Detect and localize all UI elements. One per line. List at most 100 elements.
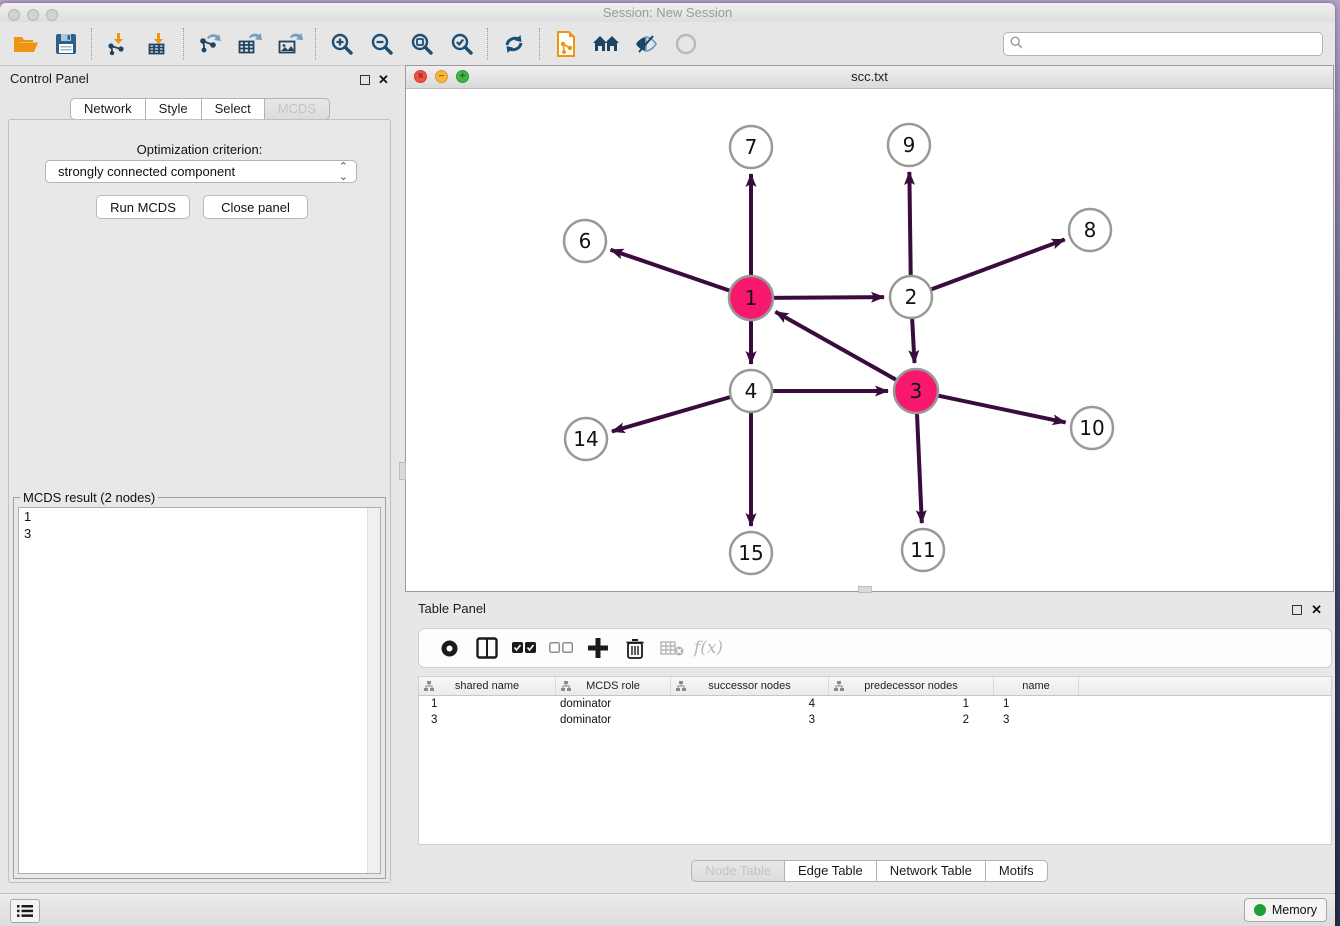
mcds-result-textarea[interactable]: 13 <box>18 507 381 874</box>
table-tabs: Node Table Edge Table Network Table Moti… <box>405 860 1334 882</box>
show-column-panel-button[interactable] <box>468 633 505 663</box>
table-panel-close-icon[interactable]: ✕ <box>1311 605 1322 615</box>
table-cell[interactable]: dominator <box>556 698 671 710</box>
search-icon <box>1010 36 1023 54</box>
export-network-button[interactable] <box>190 26 230 62</box>
delete-column-button[interactable] <box>616 633 653 663</box>
close-panel-button[interactable]: Close panel <box>203 195 308 219</box>
network-document-button[interactable] <box>546 26 586 62</box>
tab-mcds[interactable]: MCDS <box>265 98 330 120</box>
column-header-shared-name[interactable]: shared name <box>419 677 556 695</box>
result-line: 1 <box>19 508 380 525</box>
table-panel-float-icon[interactable] <box>1292 605 1302 615</box>
column-header-name[interactable]: name <box>994 677 1079 695</box>
apply-layout-button[interactable] <box>494 26 534 62</box>
tab-node-table[interactable]: Node Table <box>691 860 785 882</box>
graph-edge-3-1[interactable] <box>775 312 900 382</box>
column-header-mcds-role[interactable]: MCDS role <box>556 677 671 695</box>
dropdown-arrows-icon: ⌃⌄ <box>339 162 348 182</box>
table-cell[interactable]: dominator <box>556 714 671 726</box>
status-bar: Memory <box>0 893 1335 926</box>
mcds-panel: Optimization criterion: strongly connect… <box>8 119 391 883</box>
graph-edge-2-3[interactable] <box>912 314 915 363</box>
table-panel-title: Table Panel <box>418 601 486 616</box>
tab-network[interactable]: Network <box>70 98 146 120</box>
memory-status-icon <box>1254 904 1266 916</box>
table-cell[interactable]: 1 <box>994 698 1079 710</box>
delete-table-icon <box>660 640 684 656</box>
network-window-titlebar[interactable]: × − + scc.txt <box>406 66 1333 89</box>
vertical-splitter-handle[interactable] <box>399 462 406 480</box>
zoom-in-button[interactable] <box>322 26 362 62</box>
toolbar-separator <box>539 28 541 60</box>
graph-node-label-1: 1 <box>745 286 758 310</box>
criterion-dropdown[interactable]: strongly connected component ⌃⌄ <box>45 160 357 183</box>
export-image-button[interactable] <box>270 26 310 62</box>
table-cell[interactable]: 1 <box>829 698 994 710</box>
network-graph[interactable]: 1234678910111415 <box>406 89 1333 591</box>
column-type-icon <box>834 681 844 694</box>
export-table-button[interactable] <box>230 26 270 62</box>
desktop: Session: New Session <box>0 0 1340 926</box>
import-table-button[interactable] <box>138 26 178 62</box>
criterion-dropdown-value: strongly connected component <box>58 164 235 179</box>
mcds-result-lines: 13 <box>19 508 380 542</box>
open-session-button[interactable] <box>6 26 46 62</box>
toolbar-separator <box>315 28 317 60</box>
table-settings-button[interactable] <box>431 633 468 663</box>
column-header-predecessor-nodes[interactable]: predecessor nodes <box>829 677 994 695</box>
zoom-selected-button[interactable] <box>442 26 482 62</box>
table-cell[interactable]: 2 <box>829 714 994 726</box>
table-cell[interactable]: 3 <box>994 714 1079 726</box>
task-history-button[interactable] <box>10 899 40 923</box>
result-scrollbar[interactable] <box>367 508 380 873</box>
tab-select[interactable]: Select <box>202 98 265 120</box>
graph-edge-3-11[interactable] <box>917 409 922 523</box>
table-row[interactable]: 1dominator411 <box>419 696 1331 712</box>
add-column-button[interactable] <box>579 633 616 663</box>
graph-edge-2-8[interactable] <box>927 239 1065 291</box>
tab-motifs[interactable]: Motifs <box>986 860 1048 882</box>
main-toolbar <box>0 22 1335 66</box>
deselect-all-button[interactable] <box>542 633 579 663</box>
session-home-button[interactable] <box>586 26 626 62</box>
control-panel-float-icon[interactable] <box>360 75 370 85</box>
table-cell[interactable]: 3 <box>419 714 556 726</box>
inactive-eye-button[interactable] <box>666 26 706 62</box>
graph-edge-1-2[interactable] <box>769 297 884 298</box>
control-panel-close-icon[interactable]: ✕ <box>378 75 389 85</box>
tab-style[interactable]: Style <box>146 98 202 120</box>
zoom-out-button[interactable] <box>362 26 402 62</box>
mcds-result-title: MCDS result (2 nodes) <box>20 490 158 505</box>
import-network-button[interactable] <box>98 26 138 62</box>
graph-edge-4-14[interactable] <box>612 396 735 432</box>
table-cell[interactable]: 1 <box>419 698 556 710</box>
graph-edge-2-9[interactable] <box>909 172 910 280</box>
window-titlebar[interactable]: Session: New Session <box>0 3 1335 22</box>
checked-boxes-icon <box>512 642 536 654</box>
table-row[interactable]: 3dominator323 <box>419 712 1331 728</box>
network-canvas[interactable]: 1234678910111415 <box>406 89 1333 591</box>
mcds-result-groupbox: MCDS result (2 nodes) 13 <box>13 497 386 879</box>
graph-node-label-3: 3 <box>910 379 923 403</box>
table-cell[interactable]: 4 <box>671 698 829 710</box>
tab-edge-table[interactable]: Edge Table <box>785 860 877 882</box>
trash-icon <box>626 638 644 659</box>
hide-panel-button[interactable] <box>626 26 666 62</box>
delete-table-button-disabled <box>653 633 690 663</box>
save-session-button[interactable] <box>46 26 86 62</box>
search-input[interactable] <box>1003 32 1323 56</box>
column-header-successor-nodes[interactable]: successor nodes <box>671 677 829 695</box>
zoom-fit-button[interactable] <box>402 26 442 62</box>
memory-button[interactable]: Memory <box>1244 898 1327 922</box>
network-view-window: × − + scc.txt 1234678910111415 <box>405 65 1334 592</box>
save-disk-icon <box>55 33 77 55</box>
horizontal-splitter-handle[interactable] <box>858 586 872 593</box>
table-cell[interactable]: 3 <box>671 714 829 726</box>
tab-network-table[interactable]: Network Table <box>877 860 986 882</box>
graph-edge-1-6[interactable] <box>611 250 734 292</box>
graph-node-label-10: 10 <box>1079 416 1104 440</box>
graph-edge-3-10[interactable] <box>934 395 1066 423</box>
run-mcds-button[interactable]: Run MCDS <box>96 195 190 219</box>
select-all-button[interactable] <box>505 633 542 663</box>
